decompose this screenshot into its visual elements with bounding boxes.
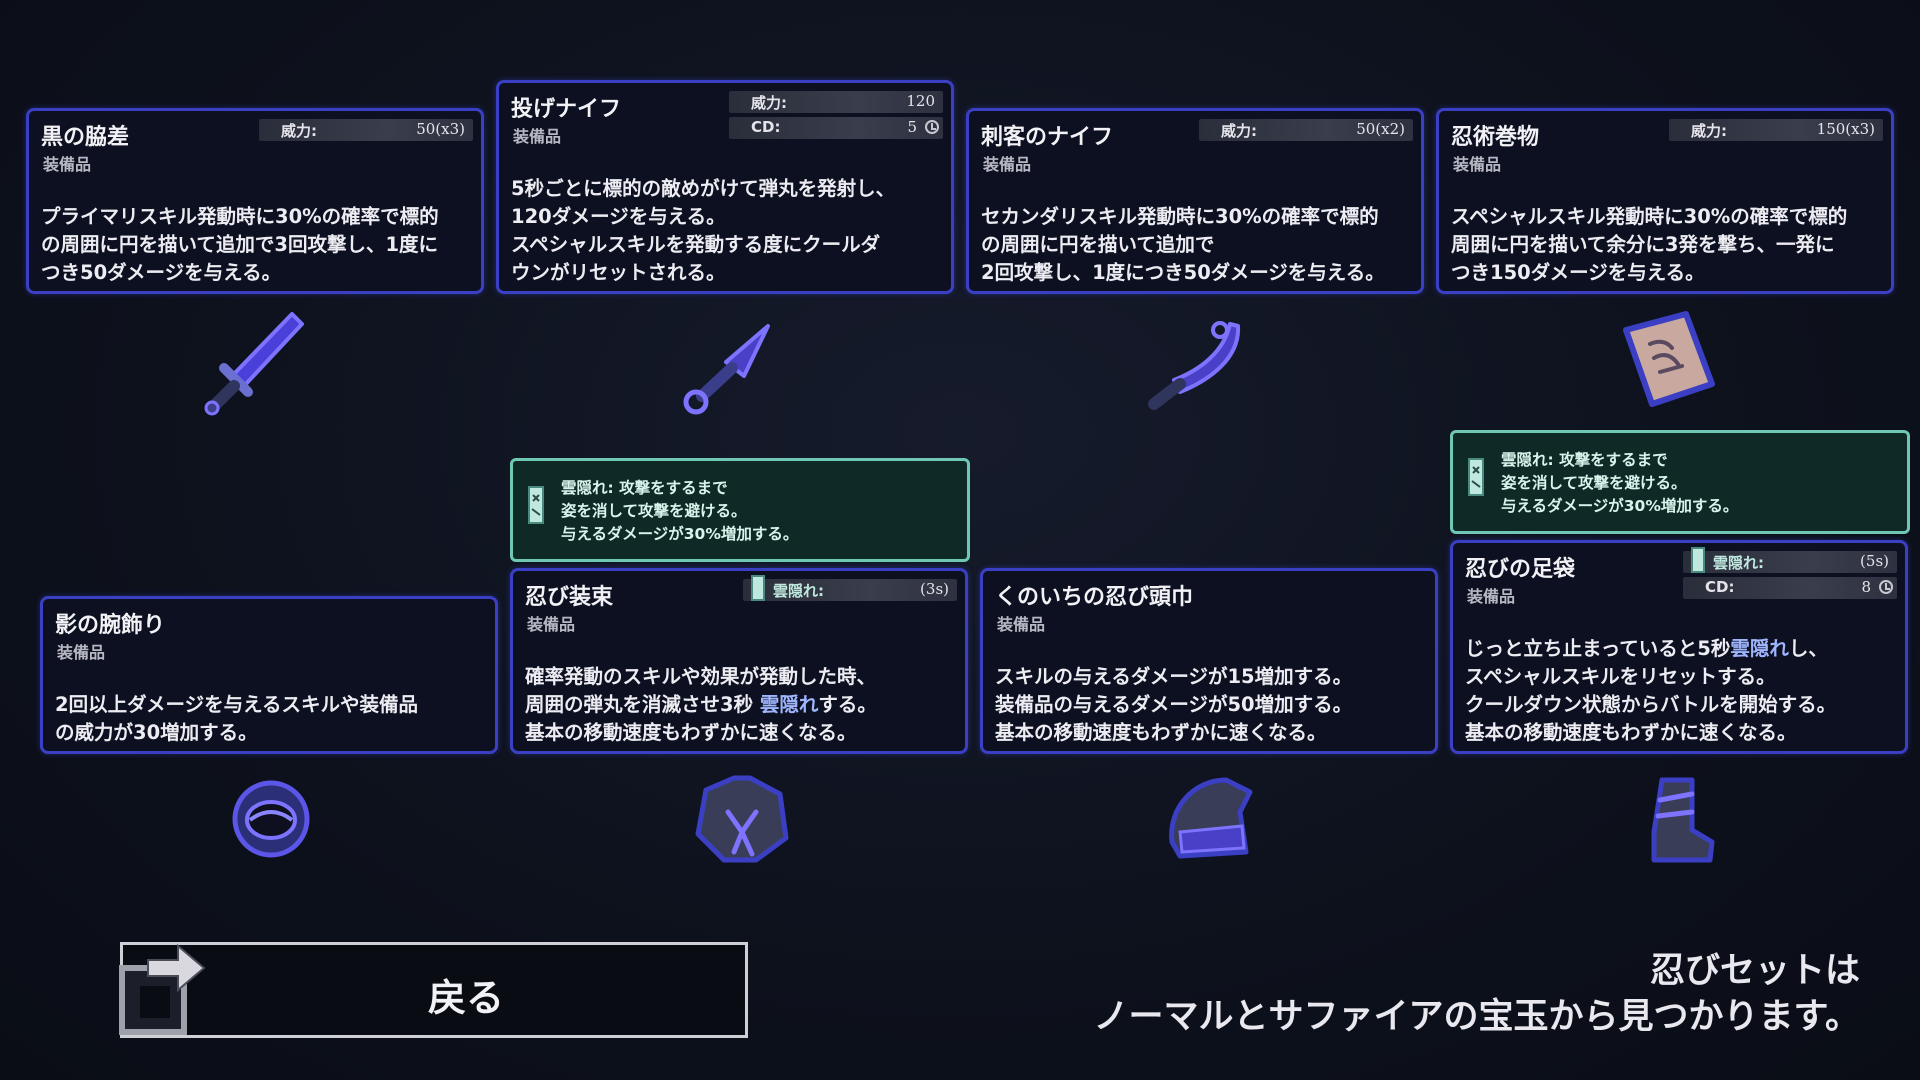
stat-value: (3s)	[920, 580, 949, 598]
stat-power: 威力: 50(x3)	[259, 119, 473, 141]
tooltip-text: 雲隠れ: 攻撃をするまで 姿を消して攻撃を避ける。 与えるダメージが30%増加す…	[1501, 451, 1739, 515]
stat-label: CD:	[1705, 578, 1735, 596]
footer-line-1: 忍びセットは	[1649, 951, 1860, 991]
item-type: 装備品	[527, 615, 576, 634]
item-description: スキルの与えるダメージが15増加する。 装備品の与えるダメージが50増加する。 …	[995, 665, 1353, 744]
hood-icon	[1169, 777, 1253, 859]
ninja-stance-icon	[528, 486, 544, 524]
item-title: 忍びの足袋	[1465, 557, 1576, 582]
item-card-ninjutsu-scroll[interactable]: 忍術巻物 装備品 威力: 150(x3) スペシャルスキル発動時に30%の確率で…	[1436, 108, 1894, 294]
item-type: 装備品	[43, 155, 92, 174]
stat-value: 50(x2)	[1356, 120, 1405, 138]
item-card-shinobi-tabi[interactable]: 忍びの足袋 装備品 雲隠れ: (5s) CD: 8 じっと立ち止まっていると5秒…	[1450, 540, 1908, 754]
item-title: 黒の脇差	[41, 125, 130, 150]
curved-knife-icon	[1148, 321, 1241, 410]
item-type: 装備品	[513, 127, 562, 146]
item-card-throwing-knife[interactable]: 投げナイフ 装備品 威力: 120 CD: 5 5秒ごとに標的の敵めがけて弾丸を…	[496, 80, 954, 294]
sword-icon	[204, 312, 304, 416]
stat-label: 雲隠れ:	[1713, 554, 1764, 572]
stat-label: 威力:	[751, 94, 787, 112]
item-card-kuro-wakizashi[interactable]: 黒の脇差 装備品 威力: 50(x3) プライマリスキル発動時に30%の確率で標…	[26, 108, 484, 294]
item-title: くのいちの忍び頭巾	[995, 585, 1194, 610]
stat-value: 5	[907, 118, 917, 136]
item-type: 装備品	[1467, 587, 1516, 606]
stat-label: 雲隠れ:	[773, 582, 824, 600]
ninja-stance-icon	[751, 575, 765, 601]
item-description: セカンダリスキル発動時に30%の確率で標的 の周囲に円を描いて追加で 2回攻撃し…	[981, 205, 1385, 284]
tooltip-kumogakure: 雲隠れ: 攻撃をするまで 姿を消して攻撃を避ける。 与えるダメージが30%増加す…	[1450, 430, 1910, 534]
footer-line-2: ノーマルとサファイアの宝玉から見つかります。	[1093, 997, 1860, 1037]
tooltip-text: 雲隠れ: 攻撃をするまで 姿を消して攻撃を避ける。 与えるダメージが30%増加す…	[561, 479, 799, 543]
item-card-shinobi-garb[interactable]: 忍び装束 装備品 雲隠れ: (3s) 確率発動のスキルや効果が発動した時、 周囲…	[510, 568, 968, 754]
tabi-boots-icon	[1651, 777, 1715, 863]
footer-note: 忍びセットは ノーマルとサファイアの宝玉から見つかります。	[1093, 948, 1860, 1040]
ninja-garb-icon	[695, 775, 789, 863]
stat-power: 威力: 120	[729, 91, 943, 113]
item-description: じっと立ち止まっていると5秒雲隠れし、 スペシャルスキルをリセットする。 クール…	[1465, 637, 1837, 744]
item-description: 5秒ごとに標的の敵めがけて弾丸を発射し、 120ダメージを与える。 スペシャルス…	[511, 177, 896, 284]
bracelet-icon	[232, 780, 310, 858]
clock-icon	[1879, 580, 1893, 594]
tooltip-kumogakure: 雲隠れ: 攻撃をするまで 姿を消して攻撃を避ける。 与えるダメージが30%増加す…	[510, 458, 970, 562]
stat-value: 120	[906, 92, 935, 110]
stat-cooldown: CD: 8	[1683, 577, 1897, 599]
kunai-icon	[683, 324, 770, 415]
stat-power: 威力: 50(x2)	[1199, 119, 1413, 141]
ninja-stance-icon	[1468, 458, 1484, 496]
item-description: 2回以上ダメージを与えるスキルや装備品 の威力が30増加する。	[55, 693, 419, 744]
stat-kumogakure: 雲隠れ: (5s)	[1683, 547, 1897, 573]
item-card-kunoichi-hood[interactable]: くのいちの忍び頭巾 装備品 スキルの与えるダメージが15増加する。 装備品の与え…	[980, 568, 1438, 754]
stat-kumogakure: 雲隠れ: (3s)	[743, 575, 957, 601]
item-description: プライマリスキル発動時に30%の確率で標的 の周囲に円を描いて追加で3回攻撃し、…	[41, 205, 439, 284]
kumogakure-keyword: 雲隠れ	[1730, 637, 1789, 660]
stat-label: 威力:	[1221, 122, 1257, 140]
item-type: 装備品	[983, 155, 1032, 174]
back-button[interactable]: 戻る	[120, 942, 748, 1038]
back-button-label: 戻る	[428, 976, 505, 1020]
item-title: 忍び装束	[525, 585, 614, 610]
item-description: スペシャルスキル発動時に30%の確率で標的 周囲に円を描いて余分に3発を撃ち、一…	[1451, 205, 1848, 284]
scroll-icon	[1623, 311, 1715, 407]
stat-label: 威力:	[1691, 122, 1727, 140]
ninja-stance-icon	[1691, 547, 1705, 573]
item-card-assassin-knife[interactable]: 刺客のナイフ 装備品 威力: 50(x2) セカンダリスキル発動時に30%の確率…	[966, 108, 1424, 294]
kumogakure-keyword: 雲隠れ	[759, 693, 819, 716]
item-title: 刺客のナイフ	[981, 125, 1114, 150]
item-title: 投げナイフ	[511, 97, 622, 122]
item-type: 装備品	[997, 615, 1046, 634]
stat-label: CD:	[751, 118, 781, 136]
back-arrow-icon[interactable]	[118, 940, 210, 1040]
stat-value: 150(x3)	[1816, 120, 1875, 138]
stat-value: (5s)	[1860, 552, 1889, 570]
item-title: 忍術巻物	[1451, 125, 1540, 150]
stat-power: 威力: 150(x3)	[1669, 119, 1883, 141]
item-type: 装備品	[1453, 155, 1502, 174]
item-type: 装備品	[57, 643, 106, 662]
item-card-shadow-bracelet[interactable]: 影の腕飾り 装備品 2回以上ダメージを与えるスキルや装備品 の威力が30増加する…	[40, 596, 498, 754]
stat-label: 威力:	[281, 122, 317, 140]
stat-cooldown: CD: 5	[729, 117, 943, 139]
clock-icon	[925, 120, 939, 134]
stat-value: 8	[1861, 578, 1871, 596]
stat-value: 50(x3)	[416, 120, 465, 138]
item-title: 影の腕飾り	[55, 613, 166, 638]
item-description: 確率発動のスキルや効果が発動した時、 周囲の弾丸を消滅させ3秒 雲隠れする。 基…	[525, 665, 877, 744]
